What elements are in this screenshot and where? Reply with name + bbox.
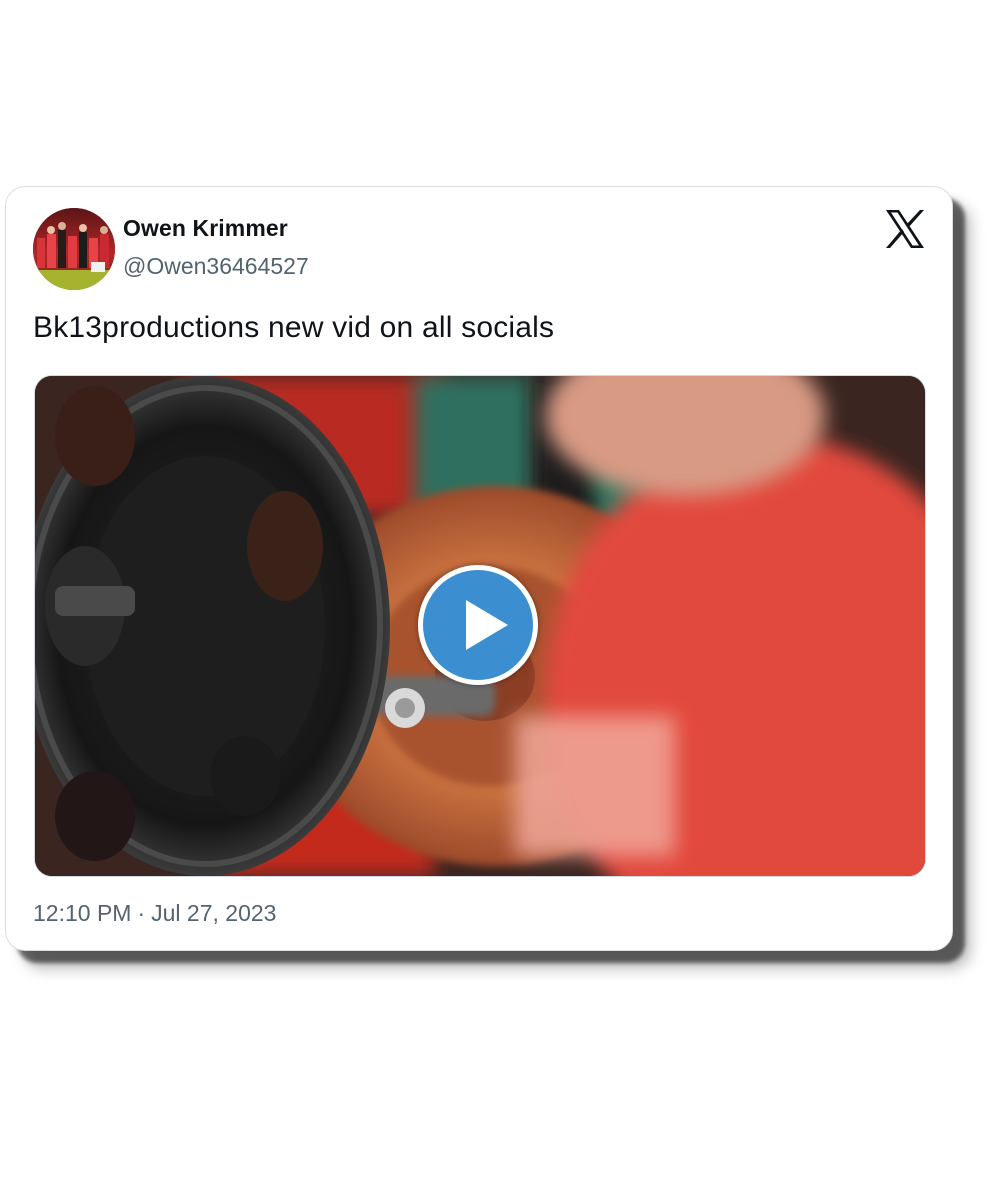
avatar-image [33,208,115,290]
tweet-timestamp[interactable]: 12:10 PM · Jul 27, 2023 [33,900,276,927]
author-name[interactable]: Owen Krimmer [123,215,288,242]
play-button[interactable] [418,565,538,685]
tweet-date: Jul 27, 2023 [151,900,277,926]
avatar[interactable] [33,208,115,290]
tweet-text: Bk13productions new vid on all socials [33,311,555,344]
author-handle[interactable]: @Owen36464527 [123,253,309,280]
video-player[interactable] [34,375,926,877]
x-logo-icon[interactable] [884,209,926,249]
tweet-card: Owen Krimmer @Owen36464527 Bk13productio… [5,186,953,951]
play-icon [466,600,508,650]
tweet-time: 12:10 PM [33,900,132,926]
timestamp-separator: · [137,900,146,926]
